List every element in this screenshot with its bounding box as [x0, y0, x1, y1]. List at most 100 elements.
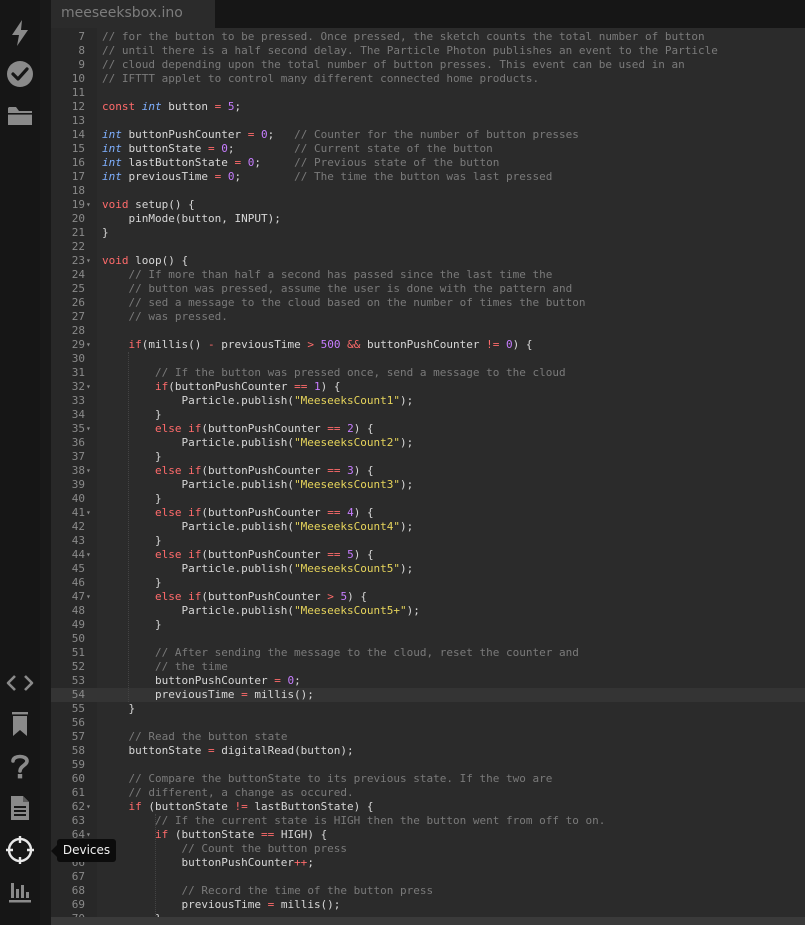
- code-line[interactable]: 68 // Record the time of the button pres…: [51, 884, 805, 898]
- code-line[interactable]: 13: [51, 114, 805, 128]
- line-number: 35: [71, 422, 85, 435]
- code-line[interactable]: 35 ▾ else if(buttonPushCounter == 2) {: [51, 422, 805, 436]
- code-line[interactable]: 24 // If more than half a second has pas…: [51, 268, 805, 282]
- code-text: void loop() {: [102, 254, 189, 267]
- code-line[interactable]: 21}: [51, 226, 805, 240]
- code-line[interactable]: 30: [51, 352, 805, 366]
- code-line[interactable]: 38 ▾ else if(buttonPushCounter == 3) {: [51, 464, 805, 478]
- code-line[interactable]: 22: [51, 240, 805, 254]
- code-line[interactable]: 61 // different, a change as occured.: [51, 786, 805, 800]
- code-line[interactable]: 9 // cloud depending upon the total numbe…: [51, 58, 805, 72]
- code-line[interactable]: 20 pinMode(button, INPUT);: [51, 212, 805, 226]
- code-line[interactable]: 48 Particle.publish("MeeseeksCount5+");: [51, 604, 805, 618]
- code-line[interactable]: 36 Particle.publish("MeeseeksCount2");: [51, 436, 805, 450]
- code-text: int buttonState = 0; // Current state of…: [102, 142, 493, 155]
- code-line[interactable]: 8 // until there is a half second delay. …: [51, 44, 805, 58]
- line-number: 56: [71, 716, 85, 729]
- code-line[interactable]: 41 ▾ else if(buttonPushCounter == 4) {: [51, 506, 805, 520]
- fold-arrow-icon[interactable]: ▾: [86, 338, 96, 352]
- code-line[interactable]: 27 // was pressed.: [51, 310, 805, 324]
- code-line[interactable]: 52 // the time: [51, 660, 805, 674]
- code-line[interactable]: 10 // IFTTT applet to control many differ…: [51, 72, 805, 86]
- tab-meeseeksbox[interactable]: meeseeksbox.ino: [51, 0, 215, 28]
- fold-arrow-icon[interactable]: ▾: [86, 800, 96, 814]
- code-line[interactable]: 63 // If the current state is HIGH then …: [51, 814, 805, 828]
- fold-arrow-icon[interactable]: ▾: [86, 380, 96, 394]
- line-number: 69: [71, 898, 85, 911]
- code-line[interactable]: 12 const int button = 5;: [51, 100, 805, 114]
- bookmark-icon[interactable]: [5, 709, 35, 739]
- fold-arrow-icon[interactable]: ▾: [86, 254, 96, 268]
- code-line[interactable]: 62 ▾ if (buttonState != lastButtonState) …: [51, 800, 805, 814]
- code-line[interactable]: 59: [51, 758, 805, 772]
- code-line[interactable]: 56: [51, 716, 805, 730]
- line-number: 11: [71, 86, 85, 99]
- code-line[interactable]: 17 int previousTime = 0; // The time the …: [51, 170, 805, 184]
- code-line[interactable]: 33 Particle.publish("MeeseeksCount1");: [51, 394, 805, 408]
- code-line[interactable]: 50: [51, 632, 805, 646]
- code-line[interactable]: 39 Particle.publish("MeeseeksCount3");: [51, 478, 805, 492]
- code-line[interactable]: 31 // If the button was pressed once, se…: [51, 366, 805, 380]
- code-line[interactable]: 32 ▾ if(buttonPushCounter == 1) {: [51, 380, 805, 394]
- code-line[interactable]: 55 }: [51, 702, 805, 716]
- code-line[interactable]: 11: [51, 86, 805, 100]
- code-line[interactable]: 49 }: [51, 618, 805, 632]
- code-icon[interactable]: [5, 668, 35, 698]
- code-line[interactable]: 69 previousTime = millis();: [51, 898, 805, 912]
- console-icon[interactable]: [5, 877, 35, 907]
- code-line[interactable]: 29 ▾ if(millis() - previousTime > 500 && …: [51, 338, 805, 352]
- code-line[interactable]: 54 previousTime = millis();: [51, 688, 805, 702]
- docs-icon[interactable]: [5, 793, 35, 823]
- code-line[interactable]: 66 buttonPushCounter++;: [51, 856, 805, 870]
- code-text: // different, a change as occured.: [128, 786, 354, 799]
- code-line[interactable]: 64 ▾ if (buttonState == HIGH) {: [51, 828, 805, 842]
- code-line[interactable]: 60 // Compare the buttonState to its pre…: [51, 772, 805, 786]
- code-line[interactable]: 47 ▾ else if(buttonPushCounter > 5) {: [51, 590, 805, 604]
- code-line[interactable]: 43 }: [51, 534, 805, 548]
- code-line[interactable]: 45 Particle.publish("MeeseeksCount5");: [51, 562, 805, 576]
- flash-icon[interactable]: [5, 18, 35, 48]
- code-line[interactable]: 18: [51, 184, 805, 198]
- code-line[interactable]: 15 int buttonState = 0; // Current state …: [51, 142, 805, 156]
- code-line[interactable]: 26 // sed a message to the cloud based o…: [51, 296, 805, 310]
- code-line[interactable]: 16 int lastButtonState = 0; // Previous s…: [51, 156, 805, 170]
- code-line[interactable]: 25 // button was pressed, assume the use…: [51, 282, 805, 296]
- code-line[interactable]: 58 buttonState = digitalRead(button);: [51, 744, 805, 758]
- code-line[interactable]: 42 Particle.publish("MeeseeksCount4");: [51, 520, 805, 534]
- fold-arrow-icon[interactable]: ▾: [86, 590, 96, 604]
- code-line[interactable]: 65 // Count the button press: [51, 842, 805, 856]
- verify-icon[interactable]: [5, 59, 35, 89]
- code-line[interactable]: 37 }: [51, 450, 805, 464]
- code-line[interactable]: 34 }: [51, 408, 805, 422]
- line-number: 57: [71, 730, 85, 743]
- code-line[interactable]: 57 // Read the button state: [51, 730, 805, 744]
- code-line[interactable]: 53 buttonPushCounter = 0;: [51, 674, 805, 688]
- help-icon[interactable]: [5, 751, 35, 781]
- line-number: 33: [71, 394, 85, 407]
- code-text: else if(buttonPushCounter == 3) {: [154, 464, 374, 477]
- folder-icon[interactable]: [5, 101, 35, 131]
- code-line[interactable]: 14 int buttonPushCounter = 0; // Counter …: [51, 128, 805, 142]
- code-line[interactable]: 44 ▾ else if(buttonPushCounter == 5) {: [51, 548, 805, 562]
- fold-arrow-icon[interactable]: ▾: [86, 422, 96, 436]
- code-line[interactable]: 23 ▾ void loop() {: [51, 254, 805, 268]
- fold-arrow-icon[interactable]: ▾: [86, 548, 96, 562]
- line-number: 49: [71, 618, 85, 631]
- code-line[interactable]: 19 ▾ void setup() {: [51, 198, 805, 212]
- code-line[interactable]: 67: [51, 870, 805, 884]
- code-line[interactable]: 46 }: [51, 576, 805, 590]
- code-line[interactable]: 28: [51, 324, 805, 338]
- fold-arrow-icon[interactable]: ▾: [86, 464, 96, 478]
- code-editor[interactable]: 7 // for the button to be pressed. Once p…: [51, 28, 805, 917]
- line-number: 42: [71, 520, 85, 533]
- fold-arrow-icon[interactable]: ▾: [86, 506, 96, 520]
- horizontal-scrollbar[interactable]: [51, 917, 805, 925]
- code-line[interactable]: 51 // After sending the message to the c…: [51, 646, 805, 660]
- code-line[interactable]: 40 }: [51, 492, 805, 506]
- line-number: 13: [71, 114, 85, 127]
- fold-arrow-icon[interactable]: ▾: [86, 198, 96, 212]
- line-number: 26: [71, 296, 85, 309]
- code-text: int lastButtonState = 0; // Previous sta…: [102, 156, 500, 169]
- code-line[interactable]: 7 // for the button to be pressed. Once p…: [51, 30, 805, 44]
- devices-icon[interactable]: [5, 835, 35, 865]
